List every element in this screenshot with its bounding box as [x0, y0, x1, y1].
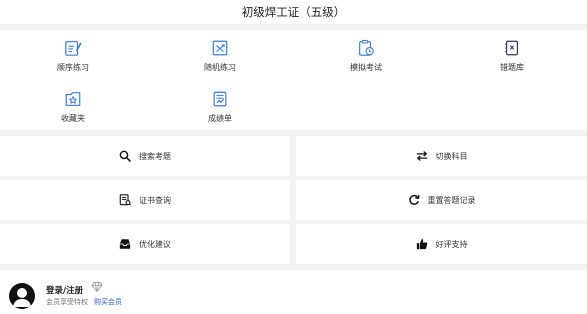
rate-support-label: 好评支持	[435, 239, 468, 249]
suggestions-label: 优化建议	[139, 239, 171, 249]
user-icon	[13, 288, 31, 307]
random-practice-icon	[212, 40, 228, 56]
sequence-practice-icon	[65, 41, 82, 56]
search-questions-button[interactable]: 搜索考题	[0, 136, 290, 176]
favorites-icon	[65, 92, 81, 106]
transcript-icon	[213, 91, 227, 107]
certificate-query-label: 证书查询	[139, 195, 171, 205]
login-register-link[interactable]: 登录/注册	[46, 284, 83, 296]
inbox-icon	[119, 239, 131, 249]
avatar[interactable]	[9, 283, 35, 309]
suggestions-button[interactable]: 优化建议	[0, 224, 290, 264]
switch-subject-label: 切换科目	[435, 151, 468, 161]
practice-grid: 顺序练习 随机练习 模拟考试 错题库 收藏夹 成绩单	[0, 30, 587, 130]
favorites-label: 收藏夹	[61, 114, 85, 123]
reset-icon	[408, 194, 419, 205]
swap-icon	[416, 151, 427, 161]
reset-records-label: 重置答题记录	[427, 195, 476, 205]
certificate-icon	[119, 194, 131, 206]
favorites-button[interactable]: 收藏夹	[33, 90, 113, 134]
vip-privilege-text: 会员享受特权	[46, 298, 88, 306]
mock-exam-button[interactable]: 模拟考试	[326, 39, 406, 83]
transcript-button[interactable]: 成绩单	[180, 90, 260, 134]
sequence-practice-button[interactable]: 顺序练习	[33, 39, 113, 83]
app-header: 初级焊工证（五级）	[0, 0, 587, 24]
rate-support-button[interactable]: 好评支持	[296, 224, 587, 264]
thumbs-up-icon	[416, 239, 427, 250]
mock-exam-label: 模拟考试	[350, 63, 382, 72]
sequence-practice-label: 顺序练习	[57, 63, 89, 72]
reset-records-button[interactable]: 重置答题记录	[296, 180, 587, 220]
random-practice-label: 随机练习	[204, 63, 236, 72]
vip-diamond-icon	[91, 282, 103, 292]
search-icon	[119, 150, 131, 162]
search-questions-label: 搜索考题	[139, 151, 171, 161]
user-panel: 登录/注册 会员享受特权 购买会员	[0, 270, 587, 314]
transcript-label: 成绩单	[208, 114, 232, 123]
wrong-questions-button[interactable]: 错题库	[472, 39, 552, 83]
certificate-query-button[interactable]: 证书查询	[0, 180, 290, 220]
wrong-questions-icon	[505, 40, 518, 56]
buy-membership-link[interactable]: 购买会员	[94, 298, 122, 306]
vip-line: 会员享受特权 购买会员	[46, 297, 122, 307]
page-title: 初级焊工证（五级）	[241, 5, 346, 19]
mock-exam-icon	[359, 39, 374, 56]
switch-subject-button[interactable]: 切换科目	[296, 136, 587, 176]
wrong-questions-label: 错题库	[500, 63, 524, 72]
random-practice-button[interactable]: 随机练习	[180, 39, 260, 83]
